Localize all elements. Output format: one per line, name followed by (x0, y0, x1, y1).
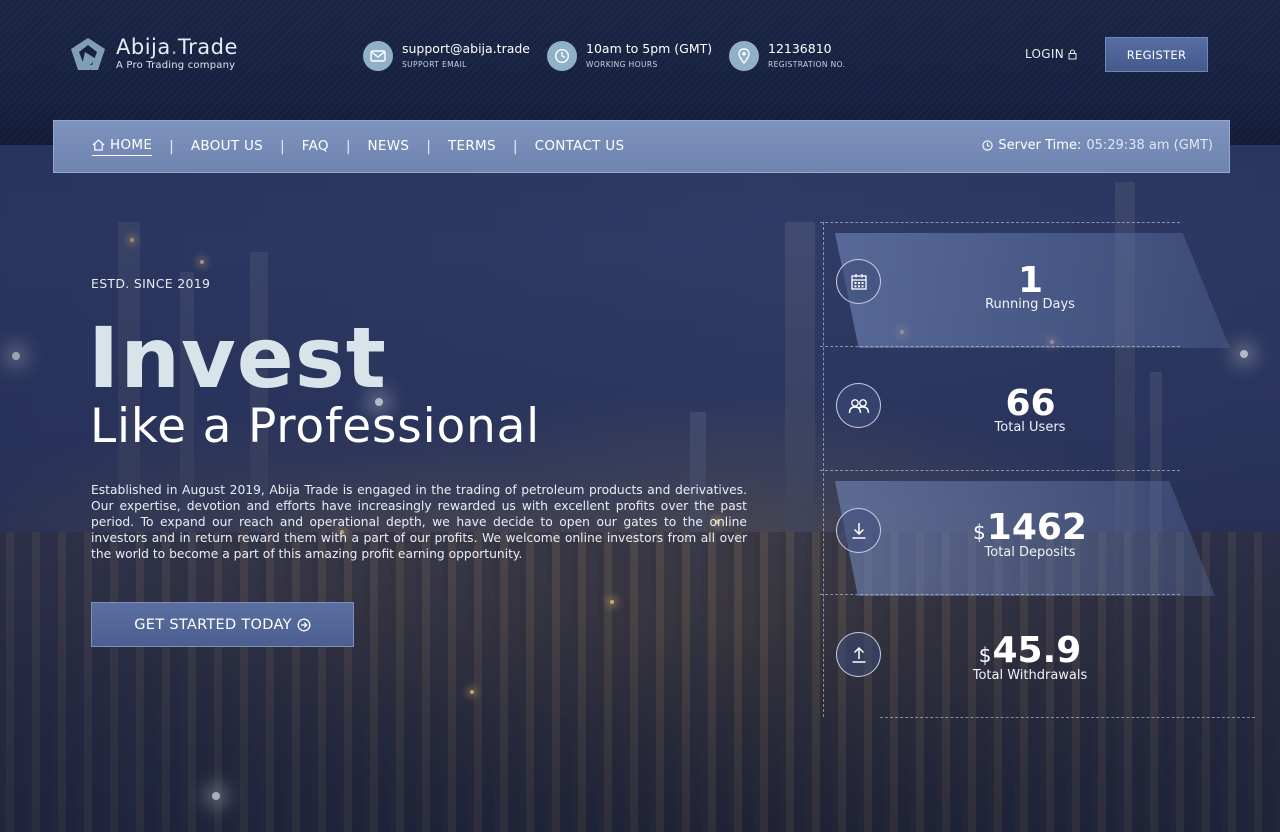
nav-item-home-label: HOME (110, 137, 153, 153)
hero-title: Invest (88, 309, 387, 407)
brand-name: Abija.Trade (116, 35, 238, 59)
registration-number-value: 12136810 (768, 40, 832, 56)
get-started-label: GET STARTED TODAY (134, 616, 292, 633)
nav-item-faq[interactable]: FAQ (302, 138, 329, 156)
users-icon (836, 383, 881, 428)
clock-icon (547, 41, 577, 71)
nav-separator: | (512, 138, 518, 155)
total-withdrawals-label: Total Withdrawals (972, 668, 1088, 683)
total-deposits-label: Total Deposits (984, 545, 1076, 560)
registration-info: 12136810 REGISTRATION NO. (729, 38, 845, 71)
total-users-label: Total Users (994, 420, 1066, 435)
register-button[interactable]: REGISTER (1105, 37, 1208, 72)
hero-description: Established in August 2019, Abija Trade … (91, 483, 747, 561)
login-label: LOGIN (1025, 47, 1065, 61)
established-label: ESTD. SINCE 2019 (91, 276, 211, 291)
working-hours-label: WORKING HOURS (586, 59, 658, 69)
main-navigation: HOME | ABOUT US | FAQ | NEWS | TERMS | C… (53, 120, 1230, 173)
server-time-label: Server Time: (998, 138, 1082, 153)
nav-item-about-us[interactable]: ABOUT US (191, 138, 263, 156)
support-email-info: support@abija.trade SUPPORT EMAIL (363, 38, 530, 71)
nav-separator: | (280, 138, 285, 155)
nav-separator: | (426, 138, 431, 155)
clock-icon (982, 140, 994, 151)
working-hours-info: 10am to 5pm (GMT) WORKING HOURS (547, 38, 712, 71)
brand-logo-icon (71, 37, 105, 70)
brand-logo[interactable]: Abija.Trade A Pro Trading company (70, 36, 238, 71)
nav-item-terms[interactable]: TERMS (448, 138, 496, 156)
location-pin-icon (729, 41, 759, 71)
lock-icon (1068, 49, 1077, 59)
nav-separator: | (345, 138, 351, 155)
nav-item-news[interactable]: NEWS (368, 138, 410, 156)
running-days-label: Running Days (985, 297, 1075, 312)
get-started-button[interactable]: GET STARTED TODAY (91, 602, 354, 647)
nav-separator: | (169, 138, 174, 155)
download-icon (836, 508, 881, 553)
support-email-value[interactable]: support@abija.trade (402, 41, 530, 56)
brand-tagline: A Pro Trading company (116, 60, 236, 71)
mail-icon (363, 41, 393, 71)
working-hours-value: 10am to 5pm (GMT) (586, 40, 713, 56)
server-time-value: 05:29:38 am (GMT) (1086, 138, 1213, 153)
upload-icon (836, 632, 881, 677)
arrow-circle-right-icon (297, 618, 311, 631)
nav-item-contact-us[interactable]: CONTACT US (535, 138, 625, 156)
login-link[interactable]: LOGIN (1025, 47, 1077, 61)
registration-number-label: REGISTRATION NO. (768, 59, 846, 69)
calendar-icon (836, 259, 881, 304)
support-email-label: SUPPORT EMAIL (402, 59, 467, 69)
hero-subtitle: Like a Professional (90, 399, 541, 454)
nav-item-home[interactable]: HOME (92, 137, 153, 156)
home-icon (92, 139, 105, 151)
server-time: Server Time: 05:29:38 am (GMT) (982, 138, 1213, 153)
